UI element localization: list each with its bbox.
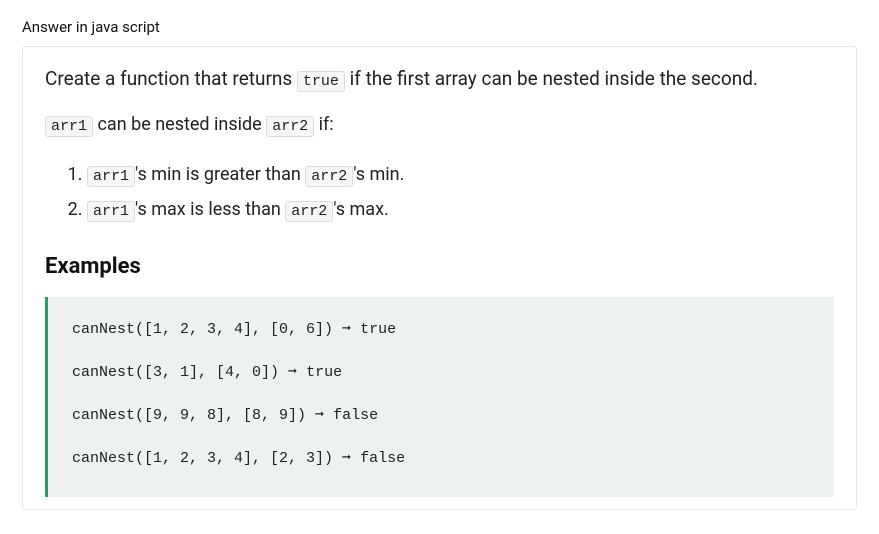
lead-text-2: if the first array can be nested inside … xyxy=(345,67,758,90)
code-arr2: arr2 xyxy=(305,166,353,187)
code-true: true xyxy=(297,71,345,92)
code-line: canNest([9, 9, 8], [8, 9]) ➞ false xyxy=(72,405,810,426)
rule-text-2: 's min. xyxy=(353,164,404,185)
code-arr2: arr2 xyxy=(266,116,314,137)
rule-text-2: 's max. xyxy=(333,199,388,220)
code-line: canNest([1, 2, 3, 4], [2, 3]) ➞ false xyxy=(72,448,810,469)
code-line: canNest([3, 1], [4, 0]) ➞ true xyxy=(72,362,810,383)
code-arr2: arr2 xyxy=(285,201,333,222)
rule-text-1: 's min is greater than xyxy=(135,164,305,185)
code-line: canNest([1, 2, 3, 4], [0, 6]) ➞ true xyxy=(72,319,810,340)
code-arr1: arr1 xyxy=(45,116,93,137)
examples-heading: Examples xyxy=(45,254,834,279)
code-arr1: arr1 xyxy=(87,201,135,222)
lead-paragraph: Create a function that returns true if t… xyxy=(45,65,834,94)
rules-list: arr1's min is greater than arr2's min. a… xyxy=(45,157,834,228)
sub-text-1: can be nested inside xyxy=(93,114,266,135)
sub-paragraph: arr1 can be nested inside arr2 if: xyxy=(45,114,834,135)
rule-text-1: 's max is less than xyxy=(135,199,285,220)
code-block: canNest([1, 2, 3, 4], [0, 6]) ➞ true can… xyxy=(45,297,834,497)
rule-item: arr1's min is greater than arr2's min. xyxy=(87,157,834,193)
page-header: Answer in java script xyxy=(0,0,879,46)
sub-text-2: if: xyxy=(314,114,333,135)
lead-text-1: Create a function that returns xyxy=(45,67,297,90)
problem-content: Create a function that returns true if t… xyxy=(22,46,857,510)
rule-item: arr1's max is less than arr2's max. xyxy=(87,192,834,228)
code-arr1: arr1 xyxy=(87,166,135,187)
